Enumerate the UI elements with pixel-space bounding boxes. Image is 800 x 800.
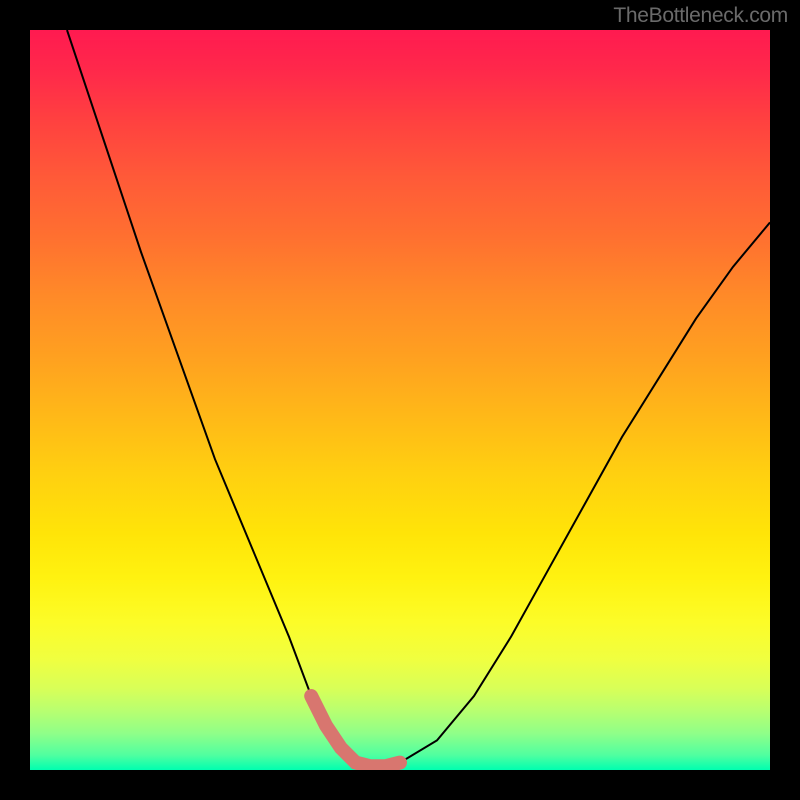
plot-area <box>30 30 770 770</box>
gradient-background <box>30 30 770 770</box>
watermark-text: TheBottleneck.com <box>613 4 788 28</box>
